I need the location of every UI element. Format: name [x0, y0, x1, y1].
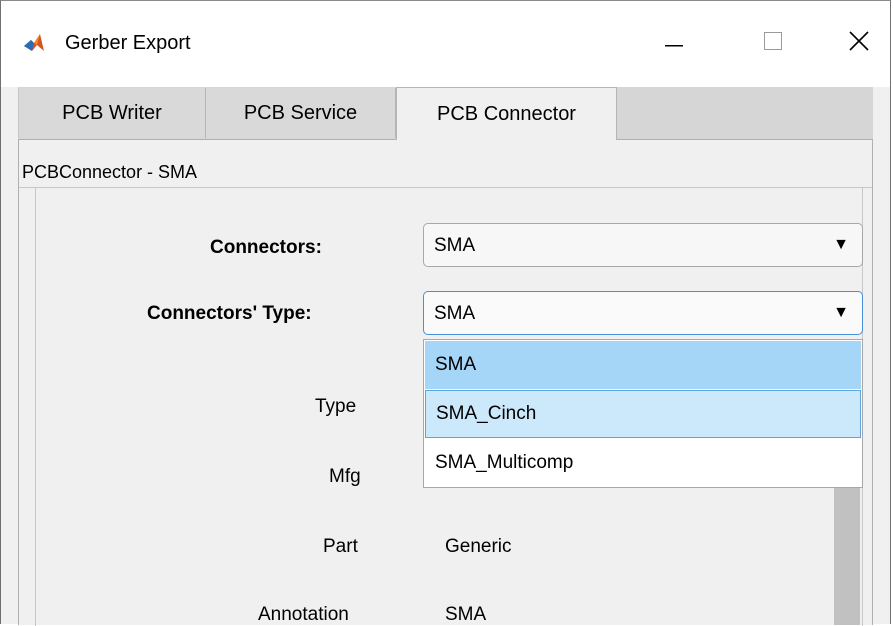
connectors-dropdown[interactable]: SMA ▼ — [423, 223, 863, 267]
close-button[interactable] — [836, 23, 882, 63]
connectors-type-value: SMA — [434, 303, 476, 324]
connectors-type-dropdown[interactable]: SMA ▼ — [423, 291, 863, 335]
tab-label: PCB Service — [243, 101, 358, 124]
matlab-logo-icon — [22, 32, 46, 54]
connectors-type-label: Connectors' Type: — [147, 303, 312, 324]
connectors-type-options-list: SMA SMA_Cinch SMA_Multicomp — [423, 339, 863, 488]
minimize-button[interactable] — [651, 23, 697, 63]
mfg-label: Mfg — [329, 466, 361, 487]
connectors-label: Connectors: — [210, 237, 322, 258]
tab-bar: PCB Writer PCB Service PCB Connector — [18, 87, 873, 140]
option-label: SMA_Cinch — [436, 403, 537, 424]
tab-pcb-service[interactable]: PCB Service — [206, 88, 396, 138]
type-label: Type — [315, 396, 357, 417]
tab-label: PCB Writer — [62, 101, 162, 124]
option-label: SMA — [435, 354, 477, 375]
panel-header: PCBConnector - SMA — [19, 140, 872, 188]
maximize-button[interactable] — [750, 23, 796, 63]
close-icon — [849, 30, 869, 56]
part-label: Part — [323, 536, 358, 557]
tab-pcb-writer[interactable]: PCB Writer — [18, 88, 206, 138]
option-sma-multicomp[interactable]: SMA_Multicomp — [425, 439, 861, 487]
window-title: Gerber Export — [65, 32, 191, 54]
option-sma-cinch[interactable]: SMA_Cinch — [425, 390, 861, 438]
connectors-value: SMA — [434, 235, 476, 256]
annotation-label: Annotation — [258, 604, 349, 625]
option-label: SMA_Multicomp — [435, 452, 574, 473]
annotation-value: SMA — [445, 604, 487, 625]
minimize-icon — [665, 34, 683, 52]
part-value: Generic — [445, 536, 512, 557]
maximize-icon — [764, 31, 782, 55]
option-sma[interactable]: SMA — [425, 341, 861, 389]
tab-label: PCB Connector — [437, 102, 576, 125]
tab-pcb-connector[interactable]: PCB Connector — [396, 87, 617, 140]
panel-title: PCBConnector - SMA — [22, 162, 198, 182]
vertical-scrollbar[interactable] — [834, 486, 860, 625]
dropdown-arrow-icon: ▼ — [833, 236, 849, 253]
dropdown-arrow-icon: ▼ — [833, 304, 849, 321]
title-bar: Gerber Export — [1, 1, 890, 87]
gerber-export-window: Gerber Export PCB Writer PCB Service PCB… — [0, 0, 891, 626]
